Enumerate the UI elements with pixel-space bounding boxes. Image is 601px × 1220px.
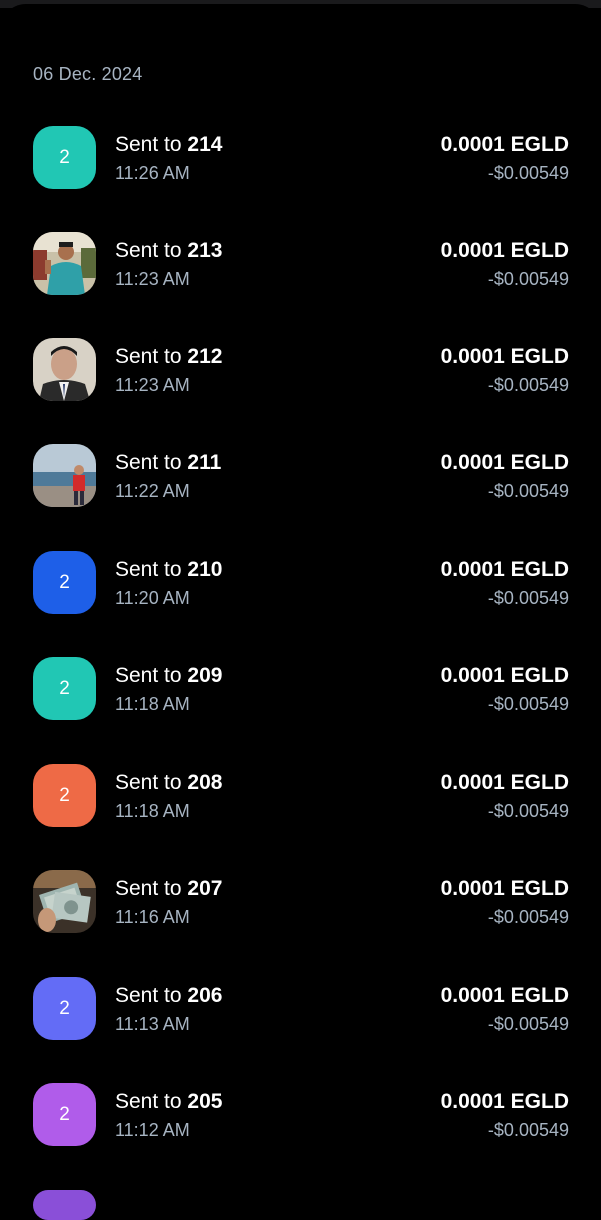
photo-banknotes-icon xyxy=(33,870,96,933)
sent-prefix: Sent to xyxy=(115,558,182,581)
transaction-amount: 0.0001 EGLD xyxy=(440,877,569,900)
avatar-letter: 2 xyxy=(59,1103,70,1125)
recipient-avatar: 2 xyxy=(33,126,96,189)
transaction-time: 11:18 AM xyxy=(115,801,190,821)
recipient-number: 213 xyxy=(187,239,223,262)
sent-prefix: Sent to xyxy=(115,133,182,156)
transaction-time: 11:12 AM xyxy=(115,1120,190,1140)
transaction-amount: 0.0001 EGLD xyxy=(440,133,569,156)
transaction-row[interactable]: 2 Sent to 206 11:13 AM 0.0001 EGLD -$0.0… xyxy=(0,977,601,1057)
transaction-fiat-value: -$0.00549 xyxy=(487,588,569,608)
transaction-fiat-value: -$0.00549 xyxy=(487,1120,569,1140)
recipient-number: 207 xyxy=(187,877,223,900)
avatar-letter: 2 xyxy=(59,146,70,168)
transaction-fiat-value: -$0.00549 xyxy=(487,801,569,821)
transaction-title: Sent to 206 xyxy=(115,984,222,1008)
transaction-fiat-value: -$0.00549 xyxy=(487,1014,569,1034)
recipient-number: 208 xyxy=(187,771,223,794)
transaction-row[interactable]: Sent to 213 11:23 AM 0.0001 EGLD -$0.005… xyxy=(0,232,601,312)
transaction-row[interactable]: 2 Sent to 209 11:18 AM 0.0001 EGLD -$0.0… xyxy=(0,657,601,737)
transaction-amount: 0.0001 EGLD xyxy=(440,239,569,262)
sent-prefix: Sent to xyxy=(115,984,182,1007)
transaction-fiat-value: -$0.00549 xyxy=(487,907,569,927)
transaction-title: Sent to 205 xyxy=(115,1090,222,1114)
transaction-fiat-value: -$0.00549 xyxy=(487,375,569,395)
sent-prefix: Sent to xyxy=(115,451,182,474)
recipient-number: 209 xyxy=(187,664,223,687)
sent-prefix: Sent to xyxy=(115,877,182,900)
avatar-letter: 2 xyxy=(59,997,70,1019)
transaction-fiat-value: -$0.00549 xyxy=(487,694,569,714)
transaction-title: Sent to 211 xyxy=(115,451,221,475)
transaction-title: Sent to 212 xyxy=(115,345,222,369)
recipient-number: 212 xyxy=(187,345,223,368)
avatar-letter: 2 xyxy=(59,677,70,699)
recipient-avatar: 2 xyxy=(33,1083,96,1146)
recipient-number: 211 xyxy=(187,451,222,474)
transaction-fiat-value: -$0.00549 xyxy=(487,163,569,183)
sent-prefix: Sent to xyxy=(115,239,182,262)
sent-prefix: Sent to xyxy=(115,771,182,794)
sent-prefix: Sent to xyxy=(115,1090,182,1113)
transaction-row[interactable]: Sent to 212 11:23 AM 0.0001 EGLD -$0.005… xyxy=(0,338,601,418)
transaction-fiat-value: -$0.00549 xyxy=(487,481,569,501)
transaction-row[interactable]: 2 Sent to 208 11:18 AM 0.0001 EGLD -$0.0… xyxy=(0,764,601,844)
recipient-number: 210 xyxy=(187,558,223,581)
photo-portrait-icon xyxy=(33,338,96,401)
sent-prefix: Sent to xyxy=(115,664,182,687)
transaction-row[interactable]: 2 Sent to 210 11:20 AM 0.0001 EGLD -$0.0… xyxy=(0,551,601,631)
transaction-title: Sent to 210 xyxy=(115,558,222,582)
recipient-number: 205 xyxy=(187,1090,223,1113)
transaction-title: Sent to 213 xyxy=(115,239,222,263)
transaction-title: Sent to 207 xyxy=(115,877,222,901)
transaction-title: Sent to 214 xyxy=(115,133,222,157)
transaction-time: 11:23 AM xyxy=(115,375,190,395)
transaction-title: Sent to 208 xyxy=(115,771,222,795)
transaction-time: 11:26 AM xyxy=(115,163,190,183)
photo-person-outdoor-icon xyxy=(33,232,96,295)
recipient-number: 214 xyxy=(187,133,223,156)
recipient-avatar: 2 xyxy=(33,657,96,720)
recipient-number: 206 xyxy=(187,984,223,1007)
transaction-amount: 0.0001 EGLD xyxy=(440,984,569,1007)
transaction-time: 11:22 AM xyxy=(115,481,190,501)
transaction-title: Sent to 209 xyxy=(115,664,222,688)
transaction-row[interactable]: Sent to 211 11:22 AM 0.0001 EGLD -$0.005… xyxy=(0,444,601,524)
transaction-row[interactable]: 2 Sent to 205 11:12 AM 0.0001 EGLD -$0.0… xyxy=(0,1083,601,1163)
photo-beach-icon xyxy=(33,444,96,507)
transaction-row[interactable]: Sent to 207 11:16 AM 0.0001 EGLD -$0.005… xyxy=(0,870,601,950)
recipient-avatar: 2 xyxy=(33,551,96,614)
date-header: 06 Dec. 2024 xyxy=(33,64,143,84)
transaction-row[interactable]: 2 Sent to 214 11:26 AM 0.0001 EGLD -$0.0… xyxy=(0,126,601,206)
transaction-amount: 0.0001 EGLD xyxy=(440,664,569,687)
transaction-amount: 0.0001 EGLD xyxy=(440,451,569,474)
transaction-amount: 0.0001 EGLD xyxy=(440,771,569,794)
transaction-fiat-value: -$0.00549 xyxy=(487,269,569,289)
avatar-letter: 2 xyxy=(59,784,70,806)
next-row-avatar-partial xyxy=(33,1190,96,1220)
sent-prefix: Sent to xyxy=(115,345,182,368)
transaction-amount: 0.0001 EGLD xyxy=(440,558,569,581)
transaction-time: 11:23 AM xyxy=(115,269,190,289)
transaction-time: 11:18 AM xyxy=(115,694,190,714)
recipient-avatar: 2 xyxy=(33,977,96,1040)
transaction-amount: 0.0001 EGLD xyxy=(440,1090,569,1113)
transaction-time: 11:20 AM xyxy=(115,588,190,608)
recipient-avatar: 2 xyxy=(33,764,96,827)
transaction-amount: 0.0001 EGLD xyxy=(440,345,569,368)
avatar-letter: 2 xyxy=(59,571,70,593)
transaction-time: 11:16 AM xyxy=(115,907,190,927)
transaction-time: 11:13 AM xyxy=(115,1014,190,1034)
